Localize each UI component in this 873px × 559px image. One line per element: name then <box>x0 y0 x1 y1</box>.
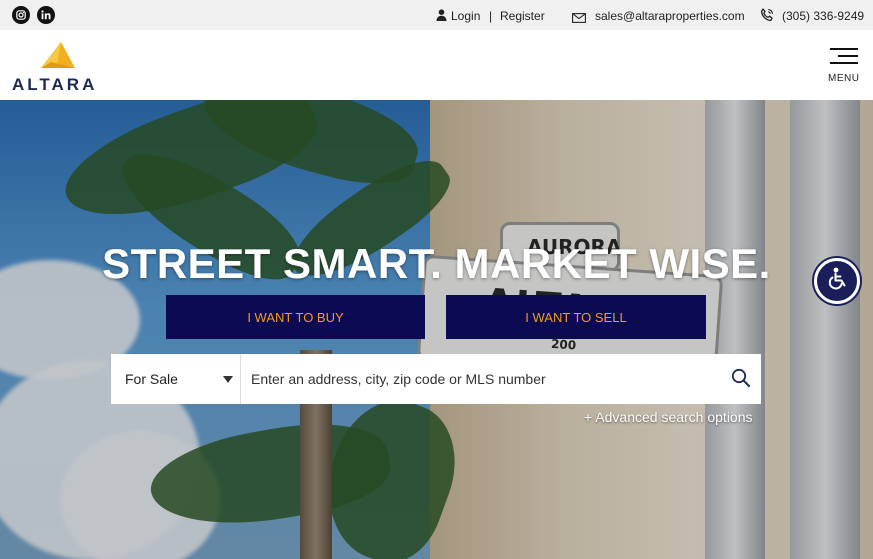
register-link[interactable]: Register <box>500 9 545 23</box>
accessibility-button[interactable] <box>814 258 860 304</box>
login-link[interactable]: Login <box>451 9 480 23</box>
hero-headline: STREET SMART. MARKET WISE. <box>102 240 771 287</box>
topbar-separator: | <box>489 9 493 23</box>
envelope-icon <box>572 10 586 28</box>
property-search-bar: For Sale <box>111 354 761 404</box>
altara-logo-icon[interactable] <box>39 40 77 77</box>
listing-type-select[interactable]: For Sale <box>111 354 241 404</box>
hero-section: AURORA ALTARA 200 <box>0 100 873 559</box>
menu-label: MENU <box>828 73 860 84</box>
linkedin-icon[interactable] <box>37 6 55 24</box>
site-header: ALTARA MENU <box>0 30 873 100</box>
caret-down-icon <box>223 376 233 383</box>
listing-type-value: For Sale <box>125 371 178 387</box>
logo-wordmark[interactable]: ALTARA <box>12 75 97 95</box>
wheelchair-icon <box>824 266 850 297</box>
phone-icon <box>760 8 774 27</box>
email-link[interactable]: sales@altaraproperties.com <box>595 9 745 23</box>
want-to-sell-button[interactable]: I WANT TO SELL <box>446 295 706 339</box>
want-to-buy-button[interactable]: I WANT TO BUY <box>166 295 425 339</box>
phone-link[interactable]: (305) 336-9249 <box>782 9 864 23</box>
user-icon <box>436 8 447 26</box>
advanced-search-link[interactable]: + Advanced search options <box>584 409 753 425</box>
menu-button[interactable]: MENU <box>822 46 864 86</box>
search-icon[interactable] <box>731 368 751 393</box>
top-bar: Login | Register sales@altaraproperties.… <box>0 0 873 30</box>
instagram-icon[interactable] <box>12 6 30 24</box>
search-input[interactable] <box>241 354 761 404</box>
